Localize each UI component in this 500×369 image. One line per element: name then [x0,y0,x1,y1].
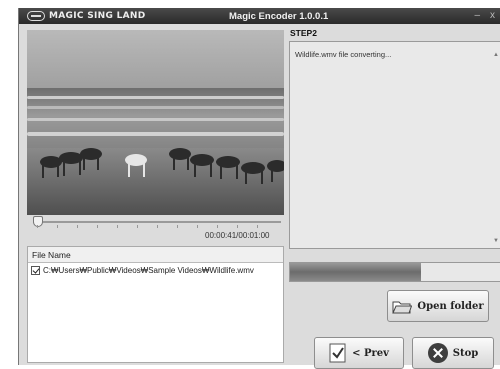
timecode: 00:00:41/00:01:00 [205,231,270,240]
stop-button[interactable]: Stop [412,337,494,369]
open-folder-label: Open folder [417,300,484,312]
horses-scene [40,148,284,184]
video-preview [27,30,284,215]
minimize-button[interactable]: – [474,10,480,21]
file-list-header[interactable]: File Name [28,247,283,263]
log-box: Wildlife.wmv file converting... ▲ ▼ [289,41,500,249]
scroll-down-icon[interactable]: ▼ [493,238,499,244]
brand-logo-icon [27,11,45,21]
file-checkbox[interactable] [31,266,40,275]
progress-fill [290,263,421,281]
seek-ticks [37,225,277,228]
open-folder-button[interactable]: Open folder [387,290,489,322]
file-path: C:₩Users₩Public₩Videos₩Sample Videos₩Wil… [43,266,254,275]
close-button[interactable]: x [490,10,495,21]
stop-x-circle-icon [427,343,448,363]
stop-label: Stop [452,347,479,359]
prev-label: < Prev [352,347,389,359]
window-title: Magic Encoder 1.0.0.1 [229,11,329,22]
progress-bar [289,262,500,282]
window-controls: – x [474,10,495,21]
title-bar[interactable]: MAGIC SING LAND Magic Encoder 1.0.0.1 – … [19,8,500,24]
brand-name: MAGIC SING LAND [49,11,146,21]
document-check-icon [329,343,347,363]
step-label: STEP2 [290,28,317,38]
app-window: MAGIC SING LAND Magic Encoder 1.0.0.1 – … [18,8,500,369]
log-text: Wildlife.wmv file converting... [295,50,392,59]
file-list: File Name C:₩Users₩Public₩Videos₩Sample … [27,246,284,363]
scroll-up-icon[interactable]: ▲ [493,52,499,58]
brand: MAGIC SING LAND [27,10,145,22]
prev-button[interactable]: < Prev [314,337,404,369]
seek-bar[interactable] [33,221,281,223]
folder-icon [392,299,413,314]
list-item[interactable]: C:₩Users₩Public₩Videos₩Sample Videos₩Wil… [28,263,283,278]
